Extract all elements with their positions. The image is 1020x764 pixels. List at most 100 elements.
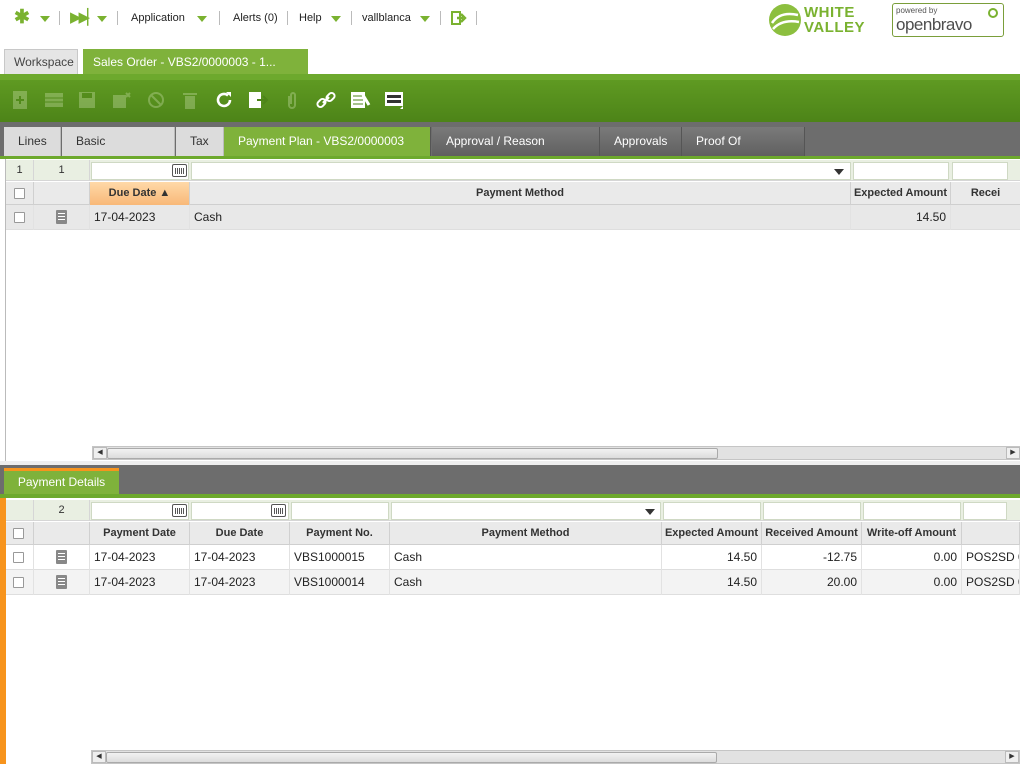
delete-button[interactable] <box>176 86 204 114</box>
window-tabs: Workspace Sales Order - VBS2/0000003 - 1… <box>0 48 1020 94</box>
row-checkbox[interactable] <box>13 577 24 588</box>
new-document-button[interactable] <box>6 86 34 114</box>
extra-header[interactable] <box>962 522 1020 545</box>
launch-chevron-icon[interactable] <box>97 16 107 22</box>
alerts-link[interactable]: Alerts (0) <box>233 12 278 24</box>
link-button[interactable] <box>312 86 340 114</box>
user-chevron-icon[interactable] <box>420 16 430 22</box>
workspace-launch-icon[interactable]: ▶▶▏ <box>70 10 99 26</box>
received-filter[interactable] <box>952 162 1008 180</box>
writeoff-amount-header[interactable]: Write-off Amount <box>862 522 962 545</box>
calendar-icon[interactable] <box>172 164 187 177</box>
header-row: Payment Date Due Date Payment No. Paymen… <box>6 522 1020 545</box>
received-cell <box>951 205 1020 230</box>
scroll-right-icon[interactable]: ▶ <box>1005 751 1019 763</box>
tab-approval-reason-history[interactable]: Approval / Reason History <box>432 127 600 176</box>
calendar-icon[interactable] <box>172 504 187 517</box>
row-count: 1 <box>6 160 34 181</box>
horizontal-scrollbar[interactable]: ◀ ▶ <box>92 446 1020 460</box>
separator <box>117 11 118 25</box>
due-date-cell: 17-04-2023 <box>190 545 290 570</box>
tab-sales-order[interactable]: Sales Order - VBS2/0000003 - 1... × <box>83 49 308 94</box>
help-menu[interactable]: Help <box>299 12 322 24</box>
open-record-icon[interactable] <box>56 550 67 564</box>
scroll-left-icon[interactable]: ◀ <box>93 447 107 459</box>
payment-no-header[interactable]: Payment No. <box>290 522 390 545</box>
payment-date-cell: 17-04-2023 <box>90 545 190 570</box>
dropdown-chevron-icon[interactable] <box>834 169 844 175</box>
help-chevron-icon[interactable] <box>331 16 341 22</box>
expected-amount-filter[interactable] <box>663 502 761 520</box>
select-all-checkbox[interactable] <box>14 188 25 199</box>
application-chevron-icon[interactable] <box>197 16 207 22</box>
tab-proof-of-payment[interactable]: Proof Of Payment <box>682 127 805 176</box>
open-record-icon[interactable] <box>56 575 67 589</box>
row-open-cell <box>34 545 90 570</box>
scroll-thumb[interactable] <box>107 448 718 459</box>
dropdown-chevron-icon[interactable] <box>645 509 655 515</box>
writeoff-amount-filter[interactable] <box>863 502 961 520</box>
table-row[interactable]: 17-04-2023 17-04-2023 VBS1000015 Cash 14… <box>6 545 1020 570</box>
user-menu[interactable]: vallblanca <box>362 12 411 24</box>
expected-amount-header[interactable]: Expected Amount <box>662 522 762 545</box>
tab-approvals[interactable]: Approvals <box>600 127 682 156</box>
scroll-thumb[interactable] <box>106 752 717 763</box>
payment-method-header[interactable]: Payment Method <box>390 522 662 545</box>
expected-amount-header[interactable]: Expected Amount <box>851 182 951 205</box>
attachment-button[interactable] <box>278 86 306 114</box>
payment-no-cell: VBS1000015 <box>290 545 390 570</box>
row-checkbox[interactable] <box>14 212 25 223</box>
horizontal-scrollbar[interactable]: ◀ ▶ <box>91 750 1020 764</box>
quick-launch-icon[interactable]: ✱ <box>14 8 30 27</box>
payment-method-filter[interactable] <box>191 162 851 180</box>
open-record-icon[interactable] <box>56 210 67 224</box>
new-row-button[interactable] <box>40 86 68 114</box>
payment-method-cell: Cash <box>390 545 662 570</box>
received-amount-header[interactable]: Received Amount <box>762 522 862 545</box>
table-row[interactable]: 17-04-2023 Cash 14.50 <box>6 205 1020 230</box>
row-checkbox[interactable] <box>13 552 24 563</box>
process-button[interactable] <box>346 86 374 114</box>
payment-no-cell: VBS1000014 <box>290 570 390 595</box>
writeoff-amount-cell: 0.00 <box>862 570 962 595</box>
select-all-checkbox[interactable] <box>13 528 24 539</box>
logout-icon[interactable] <box>451 11 467 25</box>
payment-method-header[interactable]: Payment Method <box>190 182 851 205</box>
separator <box>440 11 441 25</box>
scroll-right-icon[interactable]: ▶ <box>1006 447 1020 459</box>
calendar-icon[interactable] <box>271 504 286 517</box>
row-open-cell <box>34 570 90 595</box>
scroll-left-icon[interactable]: ◀ <box>92 751 106 763</box>
payment-no-filter[interactable] <box>291 502 389 520</box>
payment-plan-grid: 1 1 Due Date ▲ Payment Method Expected A… <box>5 159 1020 461</box>
payment-method-filter[interactable] <box>391 502 661 520</box>
application-menu[interactable]: Application <box>131 12 185 24</box>
tab-payment-details[interactable]: Payment Details <box>4 468 119 494</box>
payment-method-cell: Cash <box>190 205 851 230</box>
expected-amount-cell: 14.50 <box>851 205 951 230</box>
refresh-button[interactable] <box>210 86 238 114</box>
save-close-button[interactable] <box>108 86 136 114</box>
export-button[interactable] <box>244 86 272 114</box>
received-amount-filter[interactable] <box>763 502 861 520</box>
quick-launch-chevron-icon[interactable] <box>40 16 50 22</box>
white-valley-logo: WHITE VALLEY <box>768 2 865 38</box>
tab-lines[interactable]: Lines <box>4 127 61 156</box>
tab-workspace[interactable]: Workspace <box>4 49 78 74</box>
save-button[interactable] <box>73 86 101 114</box>
payment-date-header[interactable]: Payment Date <box>90 522 190 545</box>
tab-tax[interactable]: Tax <box>176 127 224 156</box>
undo-button[interactable] <box>142 86 170 114</box>
received-amount-cell: -12.75 <box>762 545 862 570</box>
extra-filter[interactable] <box>963 502 1007 520</box>
tab-payment-plan[interactable]: Payment Plan - VBS2/0000003 ... <box>224 127 431 176</box>
due-date-header[interactable]: Due Date <box>190 522 290 545</box>
table-row[interactable]: 17-04-2023 17-04-2023 VBS1000014 Cash 14… <box>6 570 1020 595</box>
layout-toggle-button[interactable] <box>380 86 408 114</box>
due-date-header[interactable]: Due Date ▲ <box>90 182 190 205</box>
received-header[interactable]: Recei <box>951 182 1020 205</box>
expected-amount-filter[interactable] <box>853 162 949 180</box>
payment-date-cell: 17-04-2023 <box>90 570 190 595</box>
tab-basic-discounts[interactable]: Basic Discounts <box>62 127 175 176</box>
openbravo-logo: powered by openbravo <box>892 3 1004 37</box>
